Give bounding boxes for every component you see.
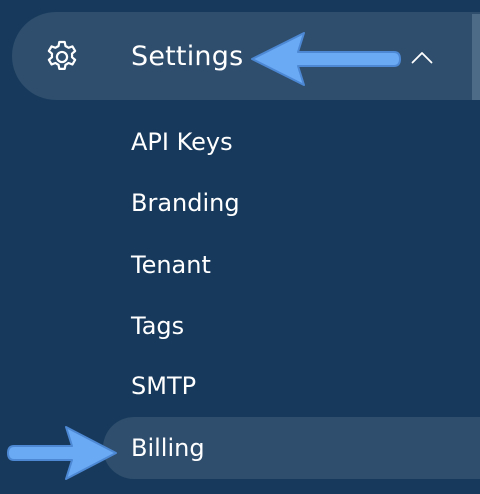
gear-icon — [47, 40, 77, 70]
sidebar-item-billing-label: Billing — [131, 434, 205, 462]
settings-section-header[interactable]: Settings — [12, 12, 480, 100]
sidebar-nav: Settings API Keys Branding Tenant Tags S… — [0, 0, 480, 494]
scrollbar-accent — [472, 14, 480, 100]
chevron-up-icon[interactable] — [411, 50, 433, 64]
sidebar-item-tags[interactable]: Tags — [131, 310, 184, 342]
settings-label: Settings — [131, 41, 244, 72]
sidebar-item-smtp[interactable]: SMTP — [131, 370, 196, 402]
sidebar-item-tenant[interactable]: Tenant — [131, 249, 211, 281]
sidebar-item-branding[interactable]: Branding — [131, 187, 240, 219]
sidebar-item-api-keys[interactable]: API Keys — [131, 126, 233, 158]
